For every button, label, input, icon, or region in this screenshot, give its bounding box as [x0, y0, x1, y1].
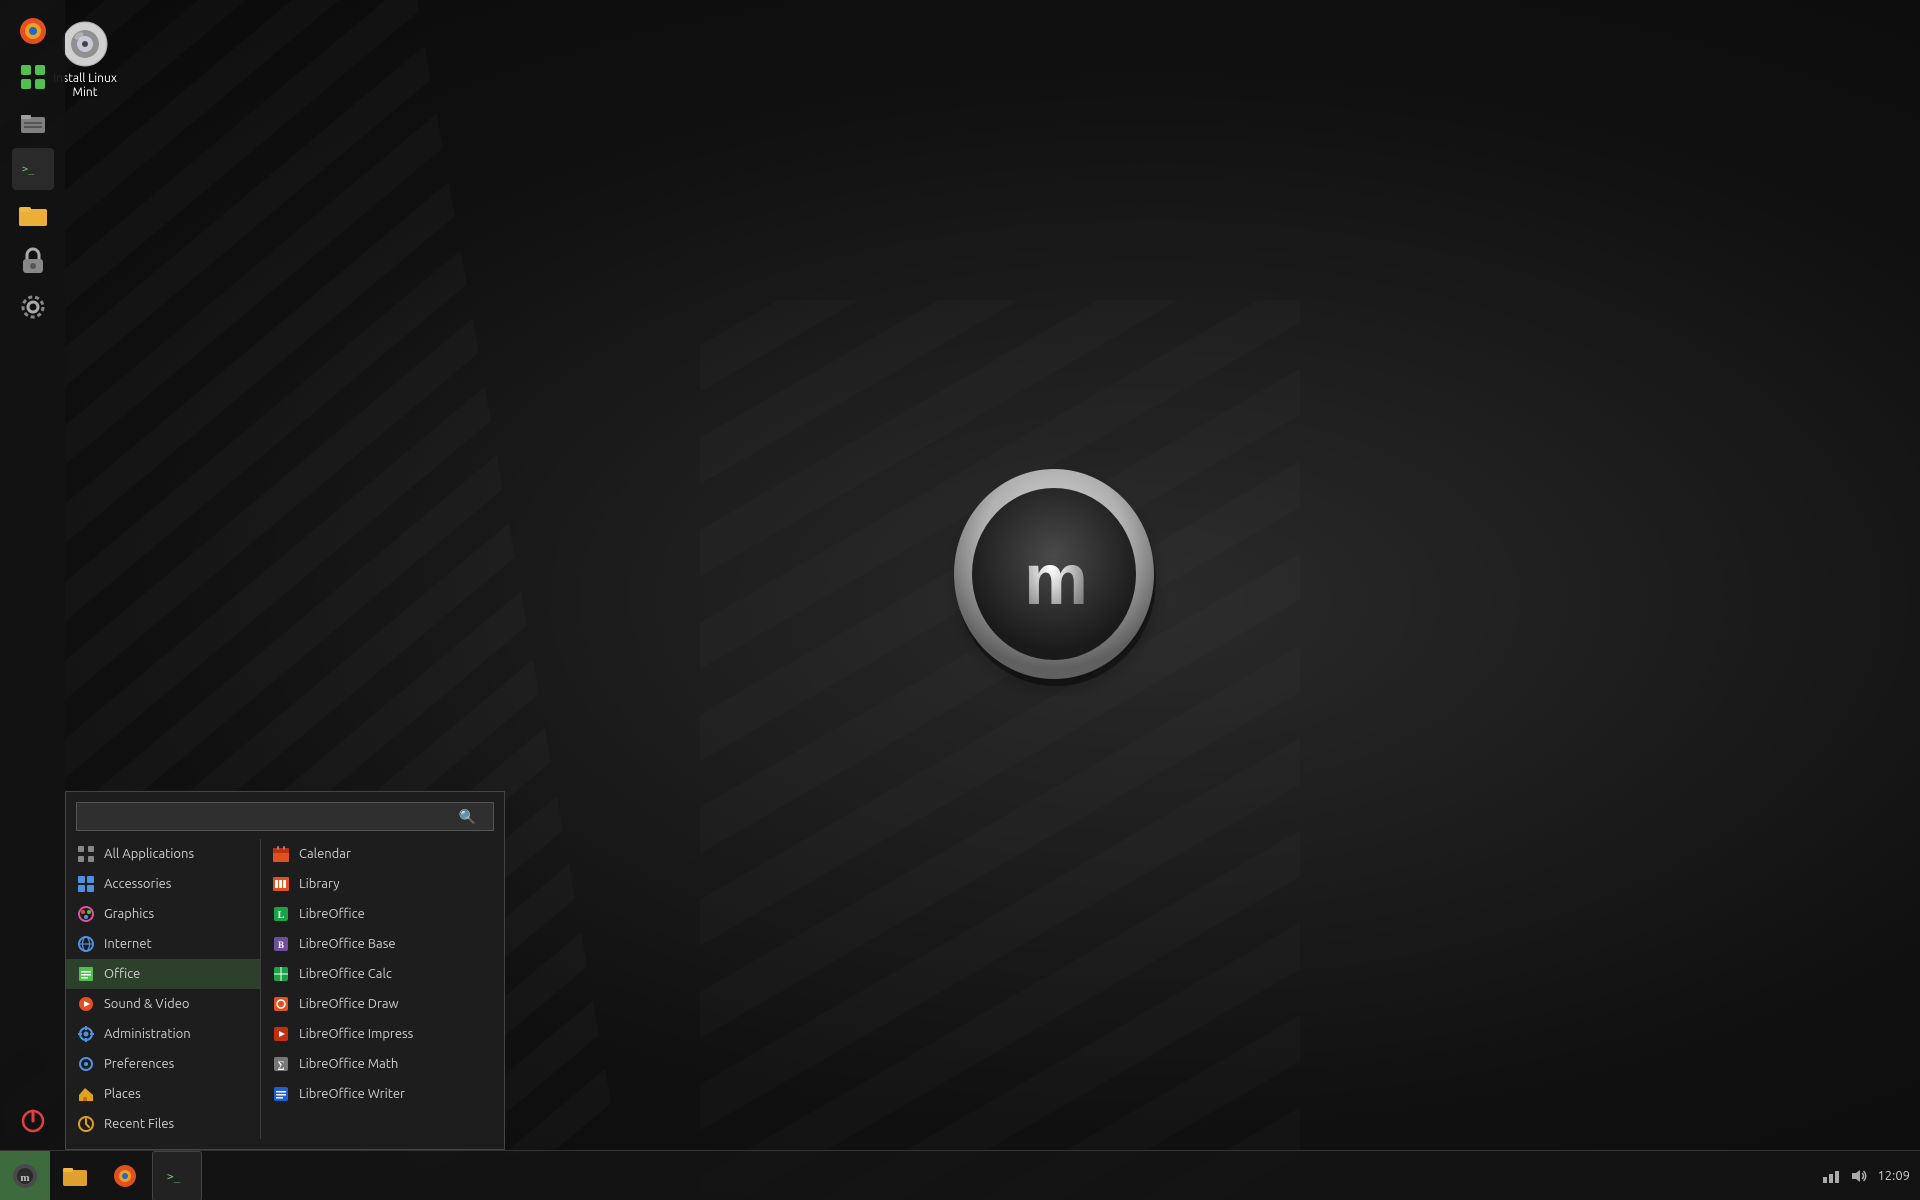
lo-calc-icon — [271, 964, 291, 984]
menu-item-accessories[interactable]: Accessories — [66, 869, 260, 899]
menu-item-libreoffice[interactable]: L LibreOffice — [261, 899, 504, 929]
accessories-icon — [76, 874, 96, 894]
menu-item-graphics[interactable]: Graphics — [66, 899, 260, 929]
accessories-label: Accessories — [104, 877, 171, 891]
places-icon — [76, 1084, 96, 1104]
all-apps-icon — [76, 844, 96, 864]
menu-item-administration[interactable]: Administration — [66, 1019, 260, 1049]
lo-draw-icon — [271, 994, 291, 1014]
library-label: Library — [299, 877, 339, 891]
network-icon[interactable] — [1821, 1166, 1841, 1186]
taskbar-app-firefox[interactable] — [100, 1151, 150, 1200]
left-sidebar: >_ — [0, 0, 65, 1150]
recent-files-label: Recent Files — [104, 1117, 174, 1131]
taskbar-app-files[interactable] — [50, 1151, 100, 1200]
menu-item-libreoffice-writer[interactable]: LibreOffice Writer — [261, 1079, 504, 1109]
menu-columns: All Applications Accessories — [66, 839, 504, 1139]
start-button[interactable]: m — [0, 1151, 50, 1200]
administration-icon — [76, 1024, 96, 1044]
lo-calc-label: LibreOffice Calc — [299, 967, 392, 981]
search-wrap: 🔍 — [76, 802, 494, 831]
menu-right-column: Calendar Library — [261, 839, 504, 1139]
menu-item-library[interactable]: Library — [261, 869, 504, 899]
menu-item-internet[interactable]: Internet — [66, 929, 260, 959]
lo-base-icon: B — [271, 934, 291, 954]
lo-writer-label: LibreOffice Writer — [299, 1087, 405, 1101]
sidebar-btn-folder[interactable] — [12, 194, 54, 236]
library-icon — [271, 874, 291, 894]
sidebar-btn-terminal[interactable]: >_ — [12, 148, 54, 190]
mint-logo: m — [936, 456, 1176, 696]
app-menu: 🔍 All Applications — [65, 791, 505, 1150]
graphics-icon — [76, 904, 96, 924]
lo-draw-label: LibreOffice Draw — [299, 997, 399, 1011]
taskbar-app-terminal[interactable]: >_ — [152, 1151, 202, 1200]
menu-item-libreoffice-impress[interactable]: LibreOffice Impress — [261, 1019, 504, 1049]
sidebar-btn-vpn[interactable] — [12, 240, 54, 282]
sound-video-icon — [76, 994, 96, 1014]
lo-base-label: LibreOffice Base — [299, 937, 396, 951]
all-apps-label: All Applications — [104, 847, 194, 861]
menu-item-libreoffice-math[interactable]: ∑ LibreOffice Math — [261, 1049, 504, 1079]
desktop: m Install Linux Mint — [0, 0, 1920, 1200]
taskbar-right: 12:09 — [1821, 1166, 1920, 1186]
menu-item-libreoffice-calc[interactable]: LibreOffice Calc — [261, 959, 504, 989]
libreoffice-icon: L — [271, 904, 291, 924]
sidebar-btn-apps[interactable] — [12, 56, 54, 98]
lo-math-label: LibreOffice Math — [299, 1057, 398, 1071]
taskbar-apps: >_ — [50, 1151, 1821, 1200]
clock: 12:09 — [1877, 1169, 1910, 1183]
search-input[interactable] — [76, 802, 494, 831]
graphics-label: Graphics — [104, 907, 154, 921]
menu-item-libreoffice-draw[interactable]: LibreOffice Draw — [261, 989, 504, 1019]
calendar-label: Calendar — [299, 847, 351, 861]
install-icon-image — [61, 20, 109, 68]
libreoffice-label: LibreOffice — [299, 907, 365, 921]
lo-writer-icon — [271, 1084, 291, 1104]
svg-text:B: B — [278, 940, 284, 950]
sidebar-btn-power[interactable] — [12, 1100, 54, 1142]
preferences-label: Preferences — [104, 1057, 174, 1071]
menu-left-column: All Applications Accessories — [66, 839, 261, 1139]
menu-item-calendar[interactable]: Calendar — [261, 839, 504, 869]
menu-search-bar: 🔍 — [76, 802, 494, 831]
svg-text:>_: >_ — [167, 1170, 181, 1183]
svg-text:m: m — [20, 1172, 29, 1184]
menu-item-places[interactable]: Places — [66, 1079, 260, 1109]
office-icon — [76, 964, 96, 984]
lo-math-icon: ∑ — [271, 1054, 291, 1074]
places-label: Places — [104, 1087, 141, 1101]
menu-item-all-applications[interactable]: All Applications — [66, 839, 260, 869]
sidebar-btn-files[interactable] — [12, 102, 54, 144]
menu-item-preferences[interactable]: Preferences — [66, 1049, 260, 1079]
calendar-icon — [271, 844, 291, 864]
sidebar-btn-firefox[interactable] — [12, 10, 54, 52]
menu-item-libreoffice-base[interactable]: B LibreOffice Base — [261, 929, 504, 959]
svg-text:L: L — [278, 910, 285, 921]
lo-impress-label: LibreOffice Impress — [299, 1027, 413, 1041]
internet-icon — [76, 934, 96, 954]
lo-impress-icon — [271, 1024, 291, 1044]
svg-text:∑: ∑ — [277, 1060, 284, 1071]
preferences-icon — [76, 1054, 96, 1074]
svg-text:m: m — [1024, 540, 1084, 620]
office-label: Office — [104, 967, 140, 981]
sound-video-label: Sound & Video — [104, 997, 190, 1011]
taskbar: m >_ — [0, 1150, 1920, 1200]
menu-item-sound-video[interactable]: Sound & Video — [66, 989, 260, 1019]
menu-item-recent-files[interactable]: Recent Files — [66, 1109, 260, 1139]
sidebar-btn-settings[interactable] — [12, 286, 54, 328]
recent-files-icon — [76, 1114, 96, 1134]
menu-item-office[interactable]: Office — [66, 959, 260, 989]
internet-label: Internet — [104, 937, 152, 951]
administration-label: Administration — [104, 1027, 191, 1041]
svg-text:>_: >_ — [22, 164, 35, 175]
volume-icon[interactable] — [1849, 1166, 1869, 1186]
